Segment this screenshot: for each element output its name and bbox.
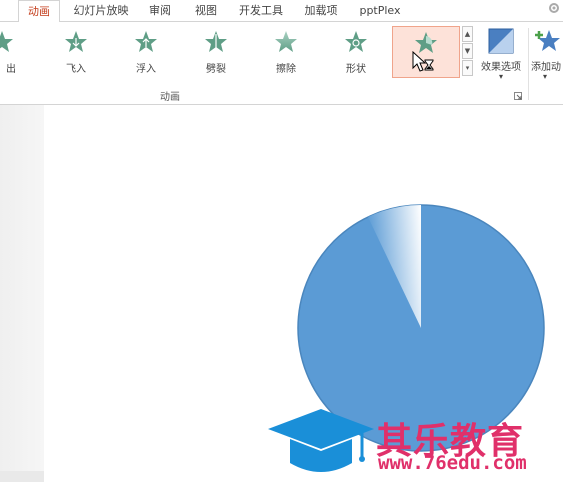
- star-float-in-icon: [135, 31, 157, 52]
- animation-item-fly-in[interactable]: 飞入: [44, 26, 108, 78]
- tab-animations[interactable]: 动画: [18, 0, 60, 22]
- add-animation-icon: [535, 30, 560, 51]
- animation-item-label: 出: [6, 64, 16, 75]
- star-fly-in-icon: [65, 31, 87, 52]
- thumbnail-pane-footer: [0, 471, 44, 482]
- chevron-down-icon: ▾: [498, 72, 503, 81]
- group-label-animations: 动画: [160, 92, 180, 103]
- graduation-cap-logo: [268, 409, 374, 472]
- tab-slide-show[interactable]: 幻灯片放映: [68, 0, 134, 22]
- add-animation-button[interactable]: 添加动 ▾: [531, 26, 563, 81]
- tab-review[interactable]: 审阅: [142, 0, 178, 22]
- animation-item-label: 浮入: [136, 64, 156, 75]
- animation-item-split[interactable]: 劈裂: [184, 26, 248, 78]
- settings-icon[interactable]: [547, 1, 561, 15]
- animation-item-float-in[interactable]: 浮入: [114, 26, 178, 78]
- add-animation-label: 添加动: [531, 62, 561, 73]
- busy-cursor-icon: [412, 51, 434, 72]
- effect-options-button[interactable]: 效果选项 ▾: [476, 26, 526, 81]
- star-partial-icon: [0, 31, 13, 52]
- gallery-more-button[interactable]: ▾: [462, 60, 473, 76]
- ribbon-animations-group: 出 飞入 浮入 劈裂 擦除 形状 ▲ ▼ ▾ 效果选项 ▾ 添加动 ▾ 动画: [0, 22, 563, 105]
- slide-thumbnail-pane[interactable]: [0, 105, 44, 471]
- tab-view[interactable]: 视图: [188, 0, 224, 22]
- animation-item-label: 劈裂: [206, 64, 226, 75]
- animation-item-label: 飞入: [66, 64, 86, 75]
- watermark-url: www.76edu.com: [378, 452, 527, 474]
- star-split-icon: [205, 31, 227, 52]
- group-separator: [528, 28, 529, 100]
- tab-developer[interactable]: 开发工具: [232, 0, 290, 22]
- tab-pptplex[interactable]: pptPlex: [352, 0, 408, 22]
- gallery-scroll-up-button[interactable]: ▲: [462, 26, 473, 42]
- gallery-scroll: ▲ ▼ ▾: [462, 26, 474, 78]
- animation-item-partial[interactable]: 出: [0, 26, 34, 78]
- animation-item-label: 形状: [346, 64, 366, 75]
- tab-add-ins[interactable]: 加载项: [298, 0, 344, 22]
- dialog-launcher-icon[interactable]: [514, 92, 522, 100]
- animation-item-shape[interactable]: 形状: [324, 26, 388, 78]
- animation-item-label: 擦除: [276, 64, 296, 75]
- animation-item-wipe[interactable]: 擦除: [254, 26, 318, 78]
- gallery-scroll-down-button[interactable]: ▼: [462, 43, 473, 59]
- star-wipe-icon: [275, 31, 297, 52]
- chevron-down-icon: ▾: [543, 72, 548, 81]
- star-shape-icon: [345, 31, 367, 52]
- ribbon-tab-bar: 动画 幻灯片放映 审阅 视图 开发工具 加载项 pptPlex: [0, 0, 563, 22]
- effect-options-label: 效果选项: [481, 62, 521, 73]
- effect-options-icon: [488, 28, 514, 54]
